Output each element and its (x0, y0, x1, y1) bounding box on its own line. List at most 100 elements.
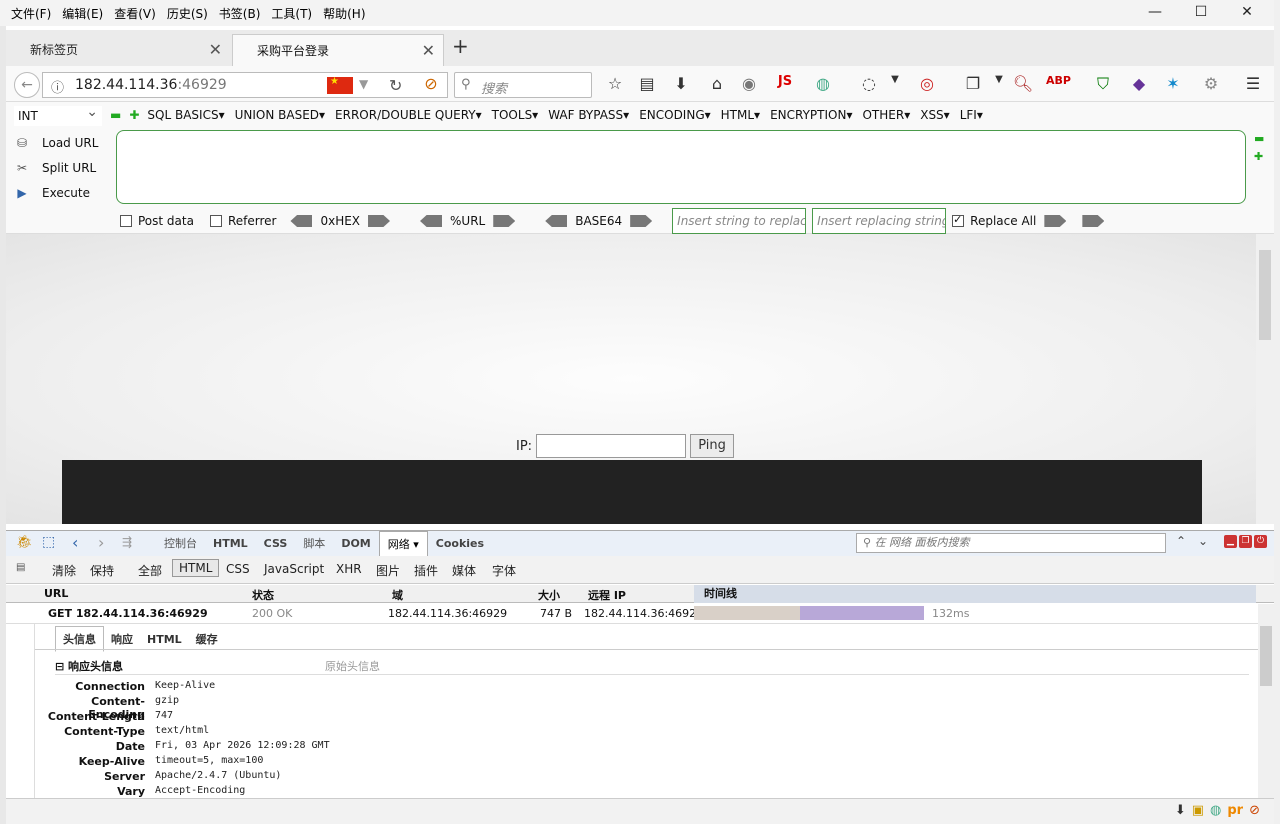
col-domain[interactable]: 域 (392, 587, 403, 603)
url-encode-arrow-icon[interactable] (493, 215, 516, 227)
replace-all-checkbox[interactable] (952, 213, 965, 227)
page-scrollbar[interactable] (1256, 234, 1274, 524)
menu-xss[interactable]: XSS▾ (920, 108, 949, 122)
filter-javascript[interactable]: JavaScript (264, 562, 324, 576)
string-to-replace-input[interactable]: Insert string to replace (672, 208, 807, 234)
clear-button[interactable]: 清除 (52, 562, 76, 579)
bookmark-star-icon[interactable]: ☆ (604, 74, 626, 93)
palette-icon[interactable]: ◌ (858, 74, 880, 93)
download-icon[interactable]: ⬇ (1175, 803, 1186, 818)
chevron-down-icon[interactable]: ▼ (988, 74, 1010, 85)
replace-arrow-icon[interactable] (1044, 215, 1067, 227)
indent-icon[interactable]: ⇶ (122, 535, 132, 549)
replacing-string-input[interactable]: Insert replacing string (812, 208, 947, 234)
firebug-search-input[interactable]: ⚲ 在 网络 面板内搜索 (856, 533, 1166, 553)
close-tab-icon[interactable]: ✕ (422, 35, 435, 67)
menu-file[interactable]: 文件(F) (11, 5, 51, 22)
request-url[interactable]: GET 182.44.114.36:46929 (48, 607, 208, 620)
scrollbar-thumb[interactable] (1260, 626, 1272, 686)
filter-images[interactable]: 图片 (376, 562, 400, 579)
col-size[interactable]: 大小 (538, 587, 560, 603)
fb-detach-icon[interactable]: ❐ (1239, 535, 1252, 548)
home-icon[interactable]: ⌂ (706, 74, 728, 93)
plus-icon[interactable]: ✚ (1254, 148, 1264, 166)
menu-history[interactable]: 历史(S) (167, 5, 208, 22)
new-tab-plus-icon[interactable]: + (452, 34, 469, 58)
tab-detail-html[interactable]: HTML (140, 629, 189, 650)
globe-icon[interactable]: ◉ (738, 74, 760, 93)
url-decode-arrow-icon[interactable] (420, 215, 443, 227)
minimize-button[interactable]: — (1132, 4, 1178, 20)
col-url[interactable]: URL (44, 587, 68, 600)
back-chevron-icon[interactable]: ‹ (72, 533, 78, 552)
menu-bookmarks[interactable]: 书签(B) (219, 5, 261, 22)
forward-chevron-icon[interactable]: › (98, 533, 104, 552)
table-row[interactable]: GET 182.44.114.36:46929 200 OK 182.44.11… (6, 604, 1274, 624)
reload-icon[interactable]: ↻ (389, 76, 402, 95)
search-input[interactable]: ⚲ 搜索 (454, 72, 592, 98)
copy-icon[interactable]: ❐ (962, 74, 984, 93)
wappalyzer-icon[interactable]: ✶ (1162, 74, 1184, 93)
tab-response[interactable]: 响应 (104, 627, 140, 651)
filter-fonts[interactable]: 字体 (492, 562, 516, 579)
menu-tools[interactable]: 工具(T) (271, 5, 312, 22)
tab-css[interactable]: CSS (256, 531, 296, 557)
filter-media[interactable]: 媒体 (452, 562, 476, 579)
hex-decode-arrow-icon[interactable] (290, 215, 313, 227)
hex-encode-arrow-icon[interactable] (368, 215, 391, 227)
firebug-status-icon[interactable]: ⊘ (1249, 803, 1260, 818)
filter-all[interactable]: 全部 (138, 562, 162, 579)
ip-input[interactable] (536, 434, 687, 458)
close-tab-icon[interactable]: ✕ (209, 34, 222, 66)
tab-dom[interactable]: DOM (333, 531, 378, 557)
load-url-button[interactable]: ⛁ Load URL (14, 130, 110, 155)
tab-console[interactable]: 控制台 (156, 531, 205, 557)
reading-list-icon[interactable]: ▤ (636, 74, 658, 93)
extension-icon[interactable]: ⊘ (420, 74, 442, 93)
col-timeline[interactable]: 时间线 (694, 585, 1256, 603)
ping-button[interactable]: Ping (690, 434, 735, 458)
tab-script[interactable]: 脚本 (295, 531, 333, 557)
col-remote-ip[interactable]: 远程 IP (588, 587, 626, 603)
adblock-icon[interactable]: ABP (1046, 74, 1071, 87)
filter-css[interactable]: CSS (226, 562, 250, 576)
pr-icon[interactable]: pr (1227, 803, 1243, 818)
dropdown-arrow-icon[interactable]: ▼ (359, 77, 368, 91)
tab-cookies[interactable]: Cookies (428, 531, 492, 557)
base64-decode-arrow-icon[interactable] (545, 215, 568, 227)
minus-icon[interactable]: ▬ (110, 108, 121, 122)
menu-union-based[interactable]: UNION BASED▾ (235, 108, 325, 122)
base64-encode-arrow-icon[interactable] (630, 215, 653, 227)
filter-html[interactable]: HTML (172, 559, 220, 577)
menu-other[interactable]: OTHER▾ (862, 108, 910, 122)
menu-error-double-query[interactable]: ERROR/DOUBLE QUERY▾ (335, 108, 482, 122)
firebug-bug-icon[interactable]: 🐞︎ (16, 535, 33, 550)
tab-html[interactable]: HTML (205, 531, 256, 557)
tab-new-tab[interactable]: 新标签页 ✕ (6, 34, 230, 66)
url-text[interactable]: 182.44.114.36:46929 (75, 77, 227, 93)
inspect-icon[interactable]: ⬚ (42, 534, 55, 550)
menu-encryption[interactable]: ENCRYPTION▾ (770, 108, 852, 122)
hackbar-url-textarea[interactable] (116, 130, 1246, 204)
hamburger-menu-icon[interactable]: ☰ (1242, 74, 1264, 93)
minus-icon[interactable]: ▬ (1254, 130, 1264, 148)
scrollbar-thumb[interactable] (1259, 250, 1271, 340)
menu-help[interactable]: 帮助(H) (323, 5, 365, 22)
magnifier-icon[interactable]: 🔍︎ (1012, 74, 1034, 93)
split-url-button[interactable]: ✂ Split URL (14, 155, 110, 180)
filter-plugins[interactable]: 插件 (414, 562, 438, 579)
diamond-icon[interactable]: ◆ (1128, 74, 1150, 93)
filter-xhr[interactable]: XHR (336, 562, 362, 576)
gear-icon[interactable]: ⚙ (1200, 74, 1222, 93)
color-wheel-icon[interactable]: ◍ (1210, 803, 1221, 818)
execute-button[interactable]: ▶ Execute (14, 180, 110, 205)
replace-back-arrow-icon[interactable] (1082, 215, 1105, 227)
tab-cache[interactable]: 缓存 (189, 627, 225, 651)
menu-edit[interactable]: 编辑(E) (62, 5, 103, 22)
plus-icon[interactable]: ✚ (129, 108, 139, 122)
tab-procurement-login[interactable]: 采购平台登录 ✕ (232, 34, 444, 66)
raw-headers-link[interactable]: 原始头信息 (325, 658, 380, 674)
stop-icon[interactable]: ◎ (916, 74, 938, 93)
url-bar[interactable]: ⓘ 182.44.114.36:46929 ▼ ↻ (42, 72, 448, 98)
menu-waf-bypass[interactable]: WAF BYPASS▾ (548, 108, 629, 122)
